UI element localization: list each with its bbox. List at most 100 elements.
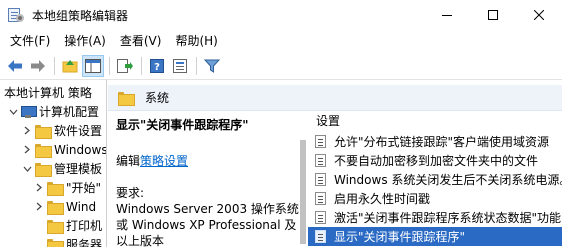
- navigation-tree: 本地计算机 策略 计算机配置 软件设置 Windows 管理模板 "开始" Wi…: [0, 80, 107, 247]
- tree-item-label: Windows: [54, 142, 107, 157]
- setting-label: Windows 系统关闭发生后不关闭系统电源。: [334, 173, 562, 187]
- policy-title: 显示"关闭事件跟踪程序": [116, 118, 249, 132]
- edit-policy-line: 编辑策略设置: [116, 152, 188, 169]
- policy-setting-icon: [315, 229, 327, 244]
- tree-item-label: 本地计算机 策略: [4, 86, 92, 100]
- scrollbar-thumb[interactable]: [300, 140, 306, 244]
- policy-setting-icon: [315, 191, 327, 206]
- details-pane: 系统 显示"关闭事件跟踪程序" 编辑策略设置 要求: Windows Serve…: [108, 80, 562, 247]
- tree-item-windows-components[interactable]: Wind: [34, 197, 96, 216]
- tree-item-start-menu[interactable]: "开始": [34, 178, 101, 197]
- menu-bar: 文件(F) 操作(A) 查看(V) 帮助(H): [0, 30, 562, 52]
- folder-icon: [35, 162, 52, 177]
- group-policy-app-icon: [8, 8, 24, 22]
- tree-item-label: Wind: [66, 199, 97, 214]
- toolbar-separator: [141, 56, 142, 75]
- back-icon: [8, 59, 22, 72]
- tree-item-software-settings[interactable]: 软件设置: [22, 121, 102, 140]
- tree-item-label: 服务器: [66, 238, 103, 247]
- svg-text:?: ?: [154, 62, 160, 73]
- up-folder-icon: [62, 59, 78, 72]
- toolbar-separator: [54, 56, 55, 75]
- tree-item-printers[interactable]: 打印机: [47, 216, 102, 235]
- tree-item-label: 计算机配置: [39, 105, 100, 119]
- maximize-button[interactable]: [470, 0, 516, 30]
- tree-item-admin-templates[interactable]: 管理模板: [22, 159, 102, 178]
- folder-icon: [47, 181, 64, 196]
- properties-icon: [173, 58, 187, 73]
- tree-item-windows-settings[interactable]: Windows: [22, 140, 107, 159]
- menu-view[interactable]: 查看(V): [113, 30, 169, 52]
- up-folder-button[interactable]: [59, 55, 81, 77]
- toolbar-separator: [109, 56, 110, 75]
- tree-item-server[interactable]: 服务器: [47, 235, 102, 247]
- chevron-right-icon[interactable]: [22, 121, 32, 140]
- tree-item-label: 管理模板: [54, 162, 103, 176]
- chevron-right-icon[interactable]: [22, 140, 32, 159]
- close-icon: [534, 10, 544, 20]
- folder-icon: [47, 219, 64, 234]
- chevron-down-icon[interactable]: [22, 159, 32, 178]
- help-icon: ?: [150, 58, 164, 73]
- show-hide-tree-icon: [85, 58, 101, 73]
- show-hide-tree-button[interactable]: [82, 54, 104, 77]
- setting-label: 激活"关闭事件跟踪程序系统状态数据"功能: [334, 211, 562, 225]
- setting-item[interactable]: 激活"关闭事件跟踪程序系统状态数据"功能: [308, 208, 562, 227]
- back-button[interactable]: [4, 55, 26, 77]
- forward-icon: [31, 59, 45, 72]
- edit-prefix: 编辑: [116, 154, 141, 168]
- setting-label: 启用永久性时间戳: [334, 192, 431, 206]
- tree-item-label: 软件设置: [54, 124, 103, 138]
- policy-setting-icon: [315, 134, 327, 149]
- chevron-down-icon[interactable]: [8, 102, 18, 121]
- filter-icon: [204, 59, 220, 73]
- folder-icon: [35, 124, 52, 139]
- folder-icon: [47, 200, 64, 215]
- toolbar-separator: [196, 56, 197, 75]
- settings-column-header[interactable]: 设置: [316, 112, 340, 129]
- minimize-button[interactable]: [424, 0, 470, 30]
- setting-item[interactable]: 启用永久性时间戳: [308, 189, 562, 208]
- menu-action[interactable]: 操作(A): [57, 30, 113, 52]
- maximize-icon: [488, 10, 498, 20]
- description-scrollbar[interactable]: [299, 132, 307, 247]
- toolbar: ?: [0, 52, 562, 80]
- policy-setting-icon: [315, 210, 327, 225]
- chevron-right-icon[interactable]: [34, 178, 44, 197]
- policy-settings-link[interactable]: 策略设置: [140, 154, 188, 168]
- title-bar: 本地组策略编辑器: [0, 0, 562, 30]
- folder-icon: [35, 143, 52, 158]
- setting-label: 显示"关闭事件跟踪程序": [334, 230, 466, 244]
- help-button[interactable]: ?: [146, 55, 168, 77]
- setting-label: 允许"分布式链接跟踪"客户端使用域资源: [334, 135, 550, 149]
- folder-icon: [47, 238, 64, 247]
- setting-item-selected[interactable]: 显示"关闭事件跟踪程序": [308, 227, 562, 246]
- setting-item[interactable]: Windows 系统关闭发生后不关闭系统电源。: [308, 170, 562, 189]
- filter-button[interactable]: [201, 55, 223, 77]
- requirements: 要求: Windows Server 2003 操作系统或 Windows XP…: [116, 185, 301, 247]
- tree-item-label: "开始": [66, 181, 102, 195]
- export-list-icon: [117, 58, 133, 73]
- minimize-icon: [442, 15, 452, 16]
- computer-icon: [21, 105, 37, 118]
- tree-item-label: 打印机: [66, 219, 103, 233]
- policy-setting-icon: [315, 153, 327, 168]
- window-title: 本地组策略编辑器: [32, 8, 129, 23]
- menu-help[interactable]: 帮助(H): [168, 30, 224, 52]
- menu-file[interactable]: 文件(F): [3, 30, 57, 52]
- setting-item[interactable]: 允许"分布式链接跟踪"客户端使用域资源: [308, 132, 562, 151]
- requirements-text: Windows Server 2003 操作系统或 Windows XP Pro…: [116, 202, 299, 247]
- requirements-label: 要求:: [116, 186, 145, 200]
- chevron-right-icon[interactable]: [34, 197, 44, 216]
- tree-item-local-policy[interactable]: 本地计算机 策略: [4, 83, 92, 102]
- category-title: 系统: [145, 91, 170, 105]
- close-button[interactable]: [516, 0, 562, 30]
- policy-setting-icon: [315, 172, 327, 187]
- setting-label: 不要自动加密移到加密文件夹中的文件: [334, 154, 539, 168]
- category-header: 系统: [108, 85, 562, 111]
- properties-button[interactable]: [169, 55, 191, 77]
- setting-item[interactable]: 不要自动加密移到加密文件夹中的文件: [308, 151, 562, 170]
- export-list-button[interactable]: [114, 55, 136, 77]
- forward-button[interactable]: [27, 55, 49, 77]
- tree-item-computer-config[interactable]: 计算机配置: [8, 102, 99, 121]
